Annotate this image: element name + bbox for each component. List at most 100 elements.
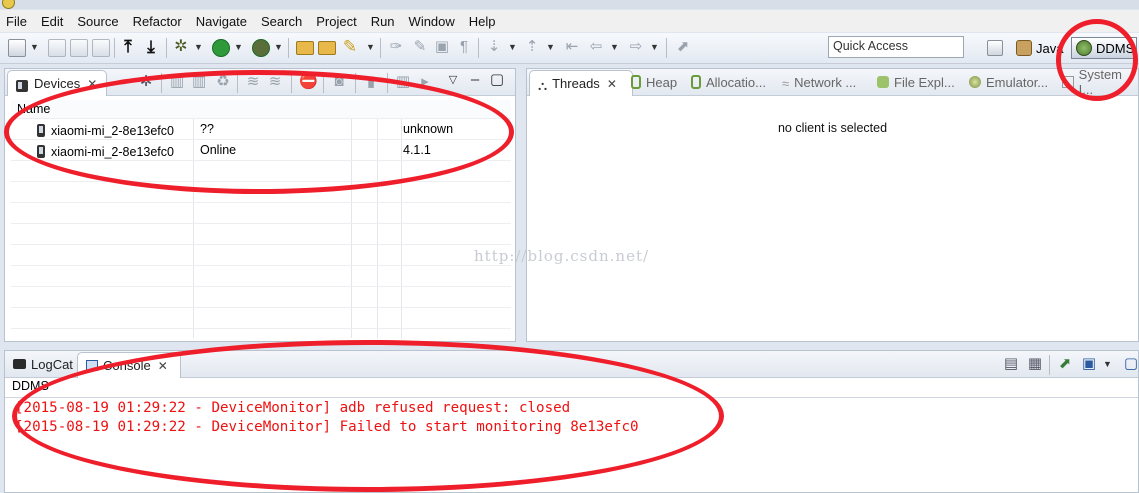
table-row[interactable]: xiaomi-mi_2-8e13efc0 ?? unknown bbox=[11, 119, 511, 140]
ddms-perspective-icon bbox=[1076, 40, 1092, 56]
devices-tabbar: Devices ✕ ✲ ▥ ▥ ♻ ≋ ≋ ⛔ ◙ ▮ ▥ ▸ ▽ – ▢ bbox=[5, 69, 515, 96]
threads-icon: ⛬ bbox=[538, 77, 548, 93]
quick-access-input[interactable]: Quick Access bbox=[828, 36, 964, 58]
tab-console-label: Console bbox=[103, 358, 151, 373]
device-icon bbox=[37, 145, 45, 158]
prev-annotation-icon[interactable]: ⇡ bbox=[524, 39, 540, 55]
menu-source[interactable]: Source bbox=[71, 14, 124, 29]
tab-emulator[interactable]: Emulator... bbox=[969, 69, 1048, 95]
search-dropdown-icon[interactable]: ▼ bbox=[366, 39, 375, 55]
console-line: [2015-08-19 01:29:22 - DeviceMonitor] Fa… bbox=[15, 419, 639, 435]
logcat-icon bbox=[13, 359, 26, 369]
display-console-dropdown-icon[interactable]: ▼ bbox=[1103, 356, 1112, 372]
tab-file-explorer-label: File Expl... bbox=[894, 74, 955, 90]
run-icon[interactable] bbox=[212, 39, 230, 57]
close-icon[interactable]: ✕ bbox=[87, 77, 97, 91]
open-resource-icon[interactable] bbox=[318, 41, 336, 55]
perspective-java-label: Java bbox=[1036, 40, 1064, 56]
start-profiling-icon[interactable]: ≋ bbox=[267, 74, 283, 90]
block-icon[interactable]: ▣ bbox=[434, 39, 450, 55]
close-icon[interactable]: ✕ bbox=[158, 359, 168, 373]
open-perspective-icon[interactable] bbox=[987, 40, 1003, 56]
open-console-icon[interactable]: ▢ bbox=[1123, 356, 1139, 372]
device-name: xiaomi-mi_2-8e13efc0 bbox=[37, 122, 174, 138]
external-tools-dropdown-icon[interactable]: ▼ bbox=[274, 39, 283, 55]
screen-capture-icon[interactable]: ◙ bbox=[331, 74, 347, 90]
open-type-icon[interactable] bbox=[296, 41, 314, 55]
opengl-trace-icon[interactable]: ▸ bbox=[417, 74, 433, 90]
menu-edit[interactable]: Edit bbox=[35, 14, 69, 29]
view-menu-icon[interactable]: ▽ bbox=[445, 72, 461, 88]
menu-project[interactable]: Project bbox=[310, 14, 362, 29]
back-icon[interactable]: ⇦ bbox=[588, 39, 604, 55]
new-icon[interactable] bbox=[8, 39, 26, 57]
device-version: unknown bbox=[403, 122, 454, 136]
column-name-header[interactable]: Name bbox=[17, 102, 50, 116]
prev-annotation-dropdown-icon[interactable]: ▼ bbox=[546, 39, 555, 55]
search-icon[interactable]: ✎ bbox=[342, 38, 358, 55]
tab-heap[interactable]: Heap bbox=[631, 69, 677, 95]
debug-dropdown-icon[interactable]: ▼ bbox=[194, 39, 203, 55]
watermark: http://blog.csdn.net/ bbox=[474, 247, 650, 265]
pin-console-icon[interactable]: ⬈ bbox=[1057, 356, 1073, 372]
debug-process-icon[interactable]: ✲ bbox=[138, 74, 154, 90]
clear-console-icon[interactable]: ▤ bbox=[1003, 356, 1019, 372]
menu-file[interactable]: File bbox=[0, 14, 33, 29]
menu-refactor[interactable]: Refactor bbox=[127, 14, 188, 29]
tab-console[interactable]: Console ✕ bbox=[77, 352, 181, 378]
console-panel: LogCat Console ✕ ▤ ▦ ⬈ ▣ ▼ ▢ DDMS [2015-… bbox=[4, 350, 1139, 493]
last-edit-icon[interactable]: ⇤ bbox=[564, 39, 580, 55]
perspective-ddms-button[interactable]: DDMS bbox=[1071, 37, 1137, 59]
back-dropdown-icon[interactable]: ▼ bbox=[610, 39, 619, 55]
save-all-icon[interactable] bbox=[70, 39, 88, 57]
tab-devices[interactable]: Devices ✕ bbox=[7, 70, 107, 96]
scroll-lock-icon[interactable]: ▦ bbox=[1027, 356, 1043, 372]
tab-file-explorer[interactable]: File Expl... bbox=[877, 69, 955, 95]
forward-icon[interactable]: ⇨ bbox=[628, 39, 644, 55]
new-dropdown-icon[interactable]: ▼ bbox=[30, 39, 39, 55]
close-icon[interactable]: ✕ bbox=[607, 77, 617, 91]
maximize-icon[interactable]: ▢ bbox=[489, 72, 505, 88]
next-annotation-dropdown-icon[interactable]: ▼ bbox=[508, 39, 517, 55]
forward-dropdown-icon[interactable]: ▼ bbox=[650, 39, 659, 55]
next-annotation-icon[interactable]: ⇣ bbox=[486, 39, 502, 55]
title-bar bbox=[0, 0, 1139, 9]
tab-allocation[interactable]: Allocatio... bbox=[691, 69, 766, 95]
update-threads-icon[interactable]: ≋ bbox=[245, 74, 261, 90]
save-icon[interactable] bbox=[48, 39, 66, 57]
upload-icon[interactable]: ⤒ bbox=[120, 38, 136, 55]
run-dropdown-icon[interactable]: ▼ bbox=[234, 39, 243, 55]
menu-run[interactable]: Run bbox=[365, 14, 401, 29]
tab-system-info[interactable]: System I... bbox=[1062, 67, 1138, 97]
systrace-icon[interactable]: ▥ bbox=[395, 74, 411, 90]
display-console-icon[interactable]: ▣ bbox=[1081, 356, 1097, 372]
menu-help[interactable]: Help bbox=[463, 14, 502, 29]
tab-threads[interactable]: ⛬ Threads ✕ bbox=[529, 70, 633, 96]
tab-logcat[interactable]: LogCat bbox=[9, 351, 77, 377]
table-row[interactable]: xiaomi-mi_2-8e13efc0 Online 4.1.1 bbox=[11, 140, 511, 161]
show-whitespace-icon[interactable]: ¶ bbox=[456, 39, 472, 55]
update-heap-icon[interactable]: ▥ bbox=[169, 74, 185, 90]
minimize-icon[interactable]: – bbox=[467, 72, 483, 88]
dump-view-icon[interactable]: ▮ bbox=[363, 74, 379, 90]
print-icon[interactable] bbox=[92, 39, 110, 57]
pin-editor-icon[interactable]: ⬈ bbox=[675, 39, 691, 55]
menu-navigate[interactable]: Navigate bbox=[190, 14, 253, 29]
mark-icon[interactable]: ✎ bbox=[412, 39, 428, 55]
download-icon[interactable]: ⤓ bbox=[143, 38, 159, 55]
menu-search[interactable]: Search bbox=[255, 14, 308, 29]
menu-window[interactable]: Window bbox=[403, 14, 461, 29]
network-icon: ≈ bbox=[782, 76, 790, 91]
dump-hprof-icon[interactable]: ▥ bbox=[191, 74, 207, 90]
tab-heap-label: Heap bbox=[646, 74, 678, 90]
annotation-icon[interactable]: ✑ bbox=[388, 39, 404, 55]
console-icon bbox=[86, 360, 98, 371]
external-tools-icon[interactable] bbox=[252, 39, 270, 57]
stop-process-icon[interactable]: ⛔ bbox=[299, 74, 318, 90]
tab-network[interactable]: ≈ Network ... bbox=[782, 69, 856, 95]
cause-gc-icon[interactable]: ♻ bbox=[215, 74, 231, 90]
perspective-java-button[interactable]: Java bbox=[1016, 38, 1063, 58]
devices-panel: Devices ✕ ✲ ▥ ▥ ♻ ≋ ≋ ⛔ ◙ ▮ ▥ ▸ ▽ – ▢ Na… bbox=[4, 68, 516, 342]
menu-bar: File Edit Source Refactor Navigate Searc… bbox=[0, 10, 1139, 32]
debug-icon[interactable]: ✲ bbox=[173, 39, 189, 55]
